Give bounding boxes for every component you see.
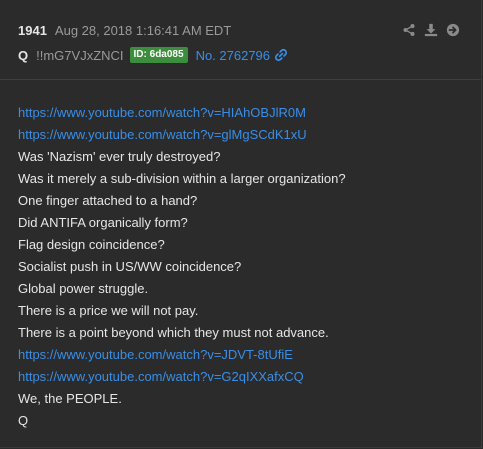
youtube-link[interactable]: https://www.youtube.com/watch?v=glMgSCdK…	[18, 124, 463, 146]
post-body: https://www.youtube.com/watch?v=HIAhOBJl…	[0, 80, 481, 432]
post-card: 1941 Aug 28, 2018 1:16:41 AM EDT Q !!mG7…	[0, 0, 482, 448]
post-actions	[401, 22, 461, 38]
post-text-line: Flag design coincidence?	[18, 237, 165, 252]
post-text-line: Q	[18, 413, 29, 428]
post-timestamp: Aug 28, 2018 1:16:41 AM EDT	[54, 22, 232, 38]
post-index: 1941	[18, 22, 47, 38]
post-meta-row: 1941 Aug 28, 2018 1:16:41 AM EDT	[18, 20, 463, 40]
post-text-line: Global power struggle.	[18, 281, 149, 296]
post-author: Q	[18, 47, 29, 63]
post-text-line: Did ANTIFA organically form?	[18, 215, 188, 230]
arrow-right-circle-icon[interactable]	[445, 22, 461, 38]
post-text-line: We, the PEOPLE.	[18, 391, 122, 406]
post-tripcode: !!mG7VJxZNCI	[36, 47, 124, 63]
youtube-link[interactable]: https://www.youtube.com/watch?v=HIAhOBJl…	[18, 102, 463, 124]
youtube-link[interactable]: https://www.youtube.com/watch?v=JDVT-8tU…	[18, 344, 463, 366]
post-text-line: There is a price we will not pay.	[18, 303, 199, 318]
share-icon[interactable]	[401, 22, 417, 38]
download-icon[interactable]	[423, 22, 439, 38]
post-header: 1941 Aug 28, 2018 1:16:41 AM EDT Q !!mG7…	[0, 0, 481, 80]
post-text-line: One finger attached to a hand?	[18, 193, 198, 208]
post-text-line: There is a point beyond which they must …	[18, 325, 329, 340]
post-author-row: Q !!mG7VJxZNCI ID: 6da085 No. 2762796	[18, 45, 463, 65]
post-text-line: Was 'Nazism' ever truly destroyed?	[18, 149, 221, 164]
youtube-link[interactable]: https://www.youtube.com/watch?v=G2qIXXaf…	[18, 366, 463, 388]
id-badge[interactable]: ID: 6da085	[129, 47, 188, 63]
link-icon[interactable]	[274, 48, 288, 62]
post-text-line: Socialist push in US/WW coincidence?	[18, 259, 242, 274]
post-text-line: Was it merely a sub-division within a la…	[18, 171, 346, 186]
post-number-link[interactable]: No. 2762796	[196, 48, 270, 63]
